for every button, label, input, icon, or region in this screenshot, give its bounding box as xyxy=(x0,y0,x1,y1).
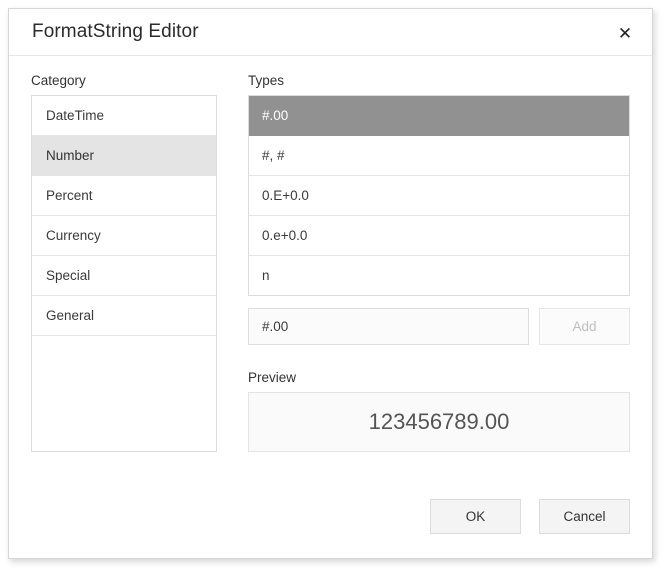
type-item-number-n[interactable]: n xyxy=(249,256,629,295)
type-item-scientific-upper[interactable]: 0.E+0.0 xyxy=(249,176,629,216)
formatstring-editor-dialog: FormatString Editor ✕ Category DateTime … xyxy=(8,8,653,559)
add-button[interactable]: Add xyxy=(539,308,630,345)
category-item-datetime[interactable]: DateTime xyxy=(32,96,216,136)
dialog-body: Category DateTime Number Percent Currenc… xyxy=(9,56,652,559)
format-string-input[interactable] xyxy=(248,308,529,345)
close-icon[interactable]: ✕ xyxy=(608,16,642,50)
type-item-fixed-two-decimals[interactable]: #.00 xyxy=(249,96,629,136)
category-list-empty-area xyxy=(32,336,216,451)
cancel-button[interactable]: Cancel xyxy=(539,499,630,534)
category-list[interactable]: DateTime Number Percent Currency Special… xyxy=(31,95,217,452)
dialog-titlebar: FormatString Editor ✕ xyxy=(9,9,652,56)
types-list[interactable]: #.00 #, # 0.E+0.0 0.e+0.0 n xyxy=(248,95,630,296)
preview-label: Preview xyxy=(248,370,297,385)
category-item-general[interactable]: General xyxy=(32,296,216,336)
category-item-special[interactable]: Special xyxy=(32,256,216,296)
category-item-percent[interactable]: Percent xyxy=(32,176,216,216)
types-label: Types xyxy=(248,73,285,88)
dialog-title: FormatString Editor xyxy=(32,21,199,42)
category-item-number[interactable]: Number xyxy=(32,136,216,176)
category-item-currency[interactable]: Currency xyxy=(32,216,216,256)
ok-button[interactable]: OK xyxy=(430,499,521,534)
type-item-scientific-lower[interactable]: 0.e+0.0 xyxy=(249,216,629,256)
preview-value: 123456789.00 xyxy=(368,409,510,434)
preview-box: 123456789.00 xyxy=(248,392,630,452)
category-label: Category xyxy=(31,73,86,88)
type-item-thousands[interactable]: #, # xyxy=(249,136,629,176)
